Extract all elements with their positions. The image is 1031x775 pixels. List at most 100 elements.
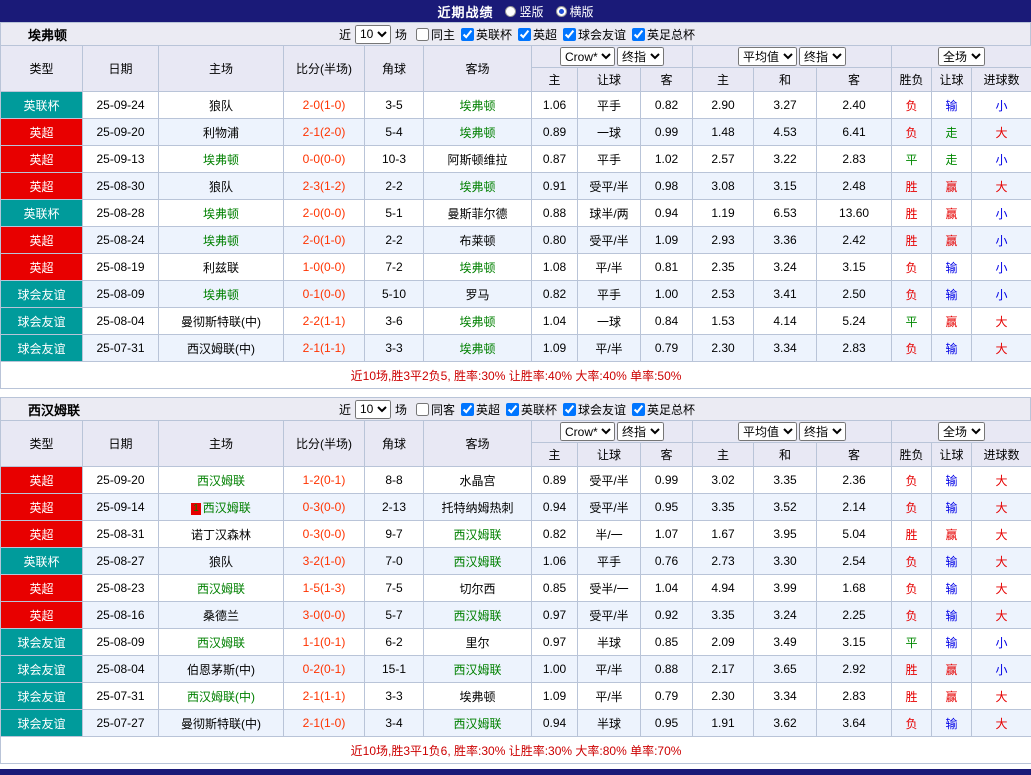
home-team: 利物浦: [159, 119, 284, 146]
layout-radio-horizontal[interactable]: 横版: [556, 3, 594, 20]
result-goals: 小: [972, 146, 1031, 173]
filter-controls: 近10场同客英超英联杯球会友谊英足总杯: [336, 400, 695, 419]
competition-filter[interactable]: 球会友谊: [563, 26, 626, 43]
home-team-name: 西汉姆联: [197, 636, 245, 650]
handicap-time-select[interactable]: 终指: [617, 422, 664, 441]
match-row: 球会友谊25-08-04曼彻斯特联(中)2-2(1-1)3-6埃弗顿1.04一球…: [1, 308, 1031, 335]
result-goals: 小: [972, 254, 1031, 281]
result-outcome: 负: [892, 335, 932, 362]
home-team-name: 曼彻斯特联(中): [181, 717, 261, 731]
home-team: 埃弗顿: [159, 227, 284, 254]
away-win-odds: 2.48: [817, 173, 892, 200]
corner-score: 3-3: [365, 335, 424, 362]
competition-checkbox[interactable]: [632, 28, 645, 41]
bookmaker-select[interactable]: Crow*: [560, 47, 615, 66]
match-row: 英超25-08-16桑德兰3-0(0-0)5-7西汉姆联0.97受平/半0.92…: [1, 602, 1031, 629]
handicap-home-odds: 1.06: [532, 548, 578, 575]
home-team: 埃弗顿: [159, 200, 284, 227]
away-team: 埃弗顿: [424, 308, 532, 335]
match-count-select[interactable]: 10: [355, 400, 391, 419]
draw-odds: 3.24: [754, 254, 817, 281]
match-date: 25-08-28: [83, 200, 159, 227]
draw-odds: 3.34: [754, 335, 817, 362]
bookmaker-select[interactable]: Crow*: [560, 422, 615, 441]
competition-checkbox[interactable]: [632, 403, 645, 416]
handicap-line: 平/半: [578, 656, 641, 683]
home-team: 狼队: [159, 92, 284, 119]
layout-radio-vertical[interactable]: 竖版: [505, 3, 543, 20]
euro-odds-select[interactable]: 平均值: [738, 47, 797, 66]
radio-label-horizontal: 横版: [570, 3, 594, 20]
handicap-home-odds: 1.09: [532, 335, 578, 362]
handicap-away-odds: 0.76: [641, 548, 693, 575]
handicap-line: 受平/半: [578, 602, 641, 629]
handicap-odds-group: Crow*终指: [532, 421, 693, 443]
away-win-odds: 2.50: [817, 281, 892, 308]
match-score: 1-1(0-1): [284, 629, 365, 656]
home-win-odds: 1.48: [693, 119, 754, 146]
result-outcome: 平: [892, 629, 932, 656]
handicap-time-select[interactable]: 终指: [617, 47, 664, 66]
draw-odds: 3.99: [754, 575, 817, 602]
page-title: 近期战绩: [437, 2, 493, 21]
sub-col-header: 客: [817, 68, 892, 92]
home-team: 1西汉姆联: [159, 494, 284, 521]
competition-filter[interactable]: 英联杯: [506, 401, 557, 418]
same-venue-checkbox[interactable]: [416, 28, 429, 41]
handicap-odds-group: Crow*终指: [532, 46, 693, 68]
result-outcome: 负: [892, 119, 932, 146]
competition-label: 英联杯: [521, 401, 557, 418]
col-header-type: 类型: [1, 421, 83, 467]
competition-checkbox[interactable]: [506, 403, 519, 416]
period-select[interactable]: 全场: [938, 47, 985, 66]
match-date: 25-08-09: [83, 629, 159, 656]
away-team: 埃弗顿: [424, 92, 532, 119]
same-venue-filter[interactable]: 同主: [416, 26, 455, 43]
euro-time-select[interactable]: 终指: [799, 47, 846, 66]
handicap-away-odds: 0.82: [641, 92, 693, 119]
same-venue-checkbox[interactable]: [416, 403, 429, 416]
handicap-line: 受平/半: [578, 494, 641, 521]
handicap-away-odds: 0.92: [641, 602, 693, 629]
result-outcome: 胜: [892, 173, 932, 200]
competition-label: 球会友谊: [578, 401, 626, 418]
match-date: 25-07-31: [83, 335, 159, 362]
games-label: 场: [395, 401, 407, 418]
match-count-select[interactable]: 10: [355, 25, 391, 44]
period-select[interactable]: 全场: [938, 422, 985, 441]
competition-filter[interactable]: 英足总杯: [632, 401, 695, 418]
games-label: 场: [395, 26, 407, 43]
draw-odds: 3.30: [754, 548, 817, 575]
result-goals: 大: [972, 494, 1031, 521]
competition-filter[interactable]: 球会友谊: [563, 401, 626, 418]
competition-checkbox[interactable]: [461, 28, 474, 41]
competition-checkbox[interactable]: [518, 28, 531, 41]
away-win-odds: 3.64: [817, 710, 892, 737]
results-table: 类型日期主场比分(半场)角球客场Crow*终指平均值终指全场主让球客主和客胜负让…: [0, 420, 1031, 764]
competition-filter[interactable]: 英超: [461, 401, 500, 418]
result-outcome: 胜: [892, 521, 932, 548]
match-date: 25-08-27: [83, 548, 159, 575]
euro-time-select[interactable]: 终指: [799, 422, 846, 441]
competition-checkbox[interactable]: [461, 403, 474, 416]
handicap-line: 受平/半: [578, 173, 641, 200]
euro-odds-select[interactable]: 平均值: [738, 422, 797, 441]
competition-filter[interactable]: 英联杯: [461, 26, 512, 43]
home-win-odds: 3.35: [693, 494, 754, 521]
away-win-odds: 1.68: [817, 575, 892, 602]
handicap-away-odds: 1.07: [641, 521, 693, 548]
match-score: 2-1(1-1): [284, 335, 365, 362]
match-score: 2-3(1-2): [284, 173, 365, 200]
result-goals: 大: [972, 710, 1031, 737]
competition-filter[interactable]: 英超: [518, 26, 557, 43]
match-date: 25-08-04: [83, 656, 159, 683]
competition-checkbox[interactable]: [563, 28, 576, 41]
competition-filter[interactable]: 英足总杯: [632, 26, 695, 43]
result-goals: 小: [972, 200, 1031, 227]
competition-checkbox[interactable]: [563, 403, 576, 416]
home-team: 埃弗顿: [159, 146, 284, 173]
away-team: 托特纳姆热刺: [424, 494, 532, 521]
same-venue-filter[interactable]: 同客: [416, 401, 455, 418]
home-win-odds: 4.94: [693, 575, 754, 602]
handicap-home-odds: 0.82: [532, 281, 578, 308]
